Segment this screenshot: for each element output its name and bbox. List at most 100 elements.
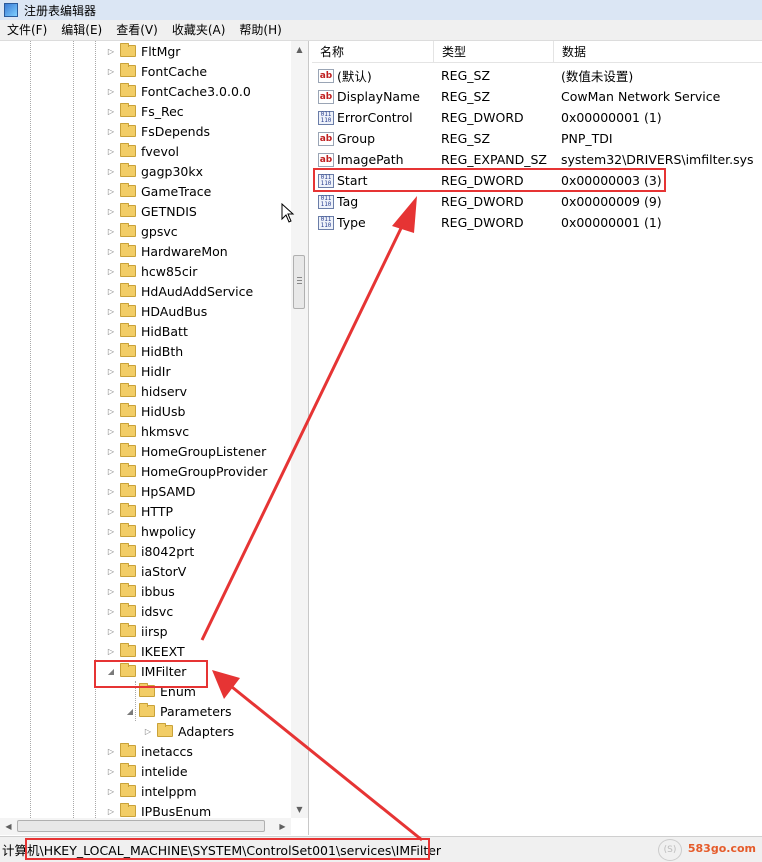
value-row[interactable]: 011 110 ErrorControl REG_DWORD 0x00000001 (1… bbox=[312, 107, 762, 128]
tree-item[interactable]: ▷ IKEEXT bbox=[106, 641, 185, 661]
expand-triangle-icon[interactable]: ▷ bbox=[106, 346, 116, 356]
menu-view[interactable]: 查看(V) bbox=[109, 20, 165, 40]
tree-item[interactable]: ▷ GETNDIS bbox=[106, 201, 197, 221]
folder-icon bbox=[120, 323, 136, 337]
expand-triangle-icon[interactable]: ▷ bbox=[106, 566, 116, 576]
tree-vertical-scrollbar[interactable]: ▲ ▼ bbox=[291, 41, 308, 818]
menu-favorites[interactable]: 收藏夹(A) bbox=[165, 20, 233, 40]
value-row[interactable]: ab (默认) REG_SZ (数值未设置) bbox=[312, 65, 762, 86]
expand-triangle-icon[interactable]: ▷ bbox=[106, 446, 116, 456]
tree-item[interactable]: ▷ GameTrace bbox=[106, 181, 211, 201]
tree-item[interactable]: ▷ Adapters bbox=[143, 721, 234, 741]
expand-triangle-icon[interactable]: ▷ bbox=[106, 86, 116, 96]
tree-item[interactable]: ▷ hidserv bbox=[106, 381, 187, 401]
expand-triangle-icon[interactable]: ▷ bbox=[106, 506, 116, 516]
expand-triangle-icon[interactable]: ▷ bbox=[106, 646, 116, 656]
expand-triangle-icon[interactable]: ▷ bbox=[106, 286, 116, 296]
expand-triangle-icon[interactable]: ▷ bbox=[106, 526, 116, 536]
tree-item[interactable]: ▷ inetaccs bbox=[106, 741, 193, 761]
expand-triangle-icon[interactable]: ▷ bbox=[106, 66, 116, 76]
expand-triangle-icon[interactable]: ▷ bbox=[143, 726, 153, 736]
path-annotation-box bbox=[25, 838, 430, 860]
expand-triangle-icon[interactable]: ▷ bbox=[106, 186, 116, 196]
registry-tree-pane[interactable]: ▷ FltMgr ▷ FontCache ▷ FontCache3.0.0.0 ▷ Fs_Re… bbox=[0, 41, 309, 835]
value-row[interactable]: 011 110 Tag REG_DWORD 0x00000009 (9) bbox=[312, 191, 762, 212]
tree-item[interactable]: ▷ HDAudBus bbox=[106, 301, 207, 321]
tree-hscroll-thumb[interactable] bbox=[17, 820, 265, 832]
expand-triangle-icon[interactable]: ▷ bbox=[106, 806, 116, 816]
value-row[interactable]: ab ImagePath REG_EXPAND_SZ system32\DRIVERS… bbox=[312, 149, 762, 170]
tree-item[interactable]: ▷ HidIr bbox=[106, 361, 171, 381]
tree-item[interactable]: ▷ Fs_Rec bbox=[106, 101, 184, 121]
tree-item[interactable]: ▷ i8042prt bbox=[106, 541, 194, 561]
tree-item[interactable]: ▷ FsDepends bbox=[106, 121, 210, 141]
tree-item[interactable]: ▷ HidUsb bbox=[106, 401, 185, 421]
tree-item[interactable]: ▷ HardwareMon bbox=[106, 241, 228, 261]
registry-values-pane[interactable]: 名称 类型 数据 ab (默认) REG_SZ (数值未设置) ab DisplayNam… bbox=[312, 41, 762, 835]
value-row[interactable]: ab DisplayName REG_SZ CowMan Network Servic… bbox=[312, 86, 762, 107]
expand-triangle-icon[interactable]: ▷ bbox=[106, 406, 116, 416]
expand-triangle-icon[interactable]: ▷ bbox=[106, 766, 116, 776]
tree-item[interactable]: ▷ iirsp bbox=[106, 621, 168, 641]
tree-item[interactable]: ▷ FontCache bbox=[106, 61, 207, 81]
tree-item[interactable]: ▷ gagp30kx bbox=[106, 161, 203, 181]
column-header-type[interactable]: 类型 bbox=[434, 41, 554, 63]
expand-triangle-icon[interactable]: ▷ bbox=[106, 166, 116, 176]
expand-triangle-icon[interactable]: ▷ bbox=[106, 486, 116, 496]
tree-item[interactable]: ▷ HdAudAddService bbox=[106, 281, 253, 301]
expand-triangle-icon[interactable]: ▷ bbox=[106, 626, 116, 636]
tree-item[interactable]: ▷ hcw85cir bbox=[106, 261, 197, 281]
menu-help[interactable]: 帮助(H) bbox=[232, 20, 288, 40]
expand-triangle-icon[interactable]: ▷ bbox=[106, 106, 116, 116]
tree-scroll-thumb[interactable] bbox=[293, 255, 305, 309]
expand-triangle-icon[interactable]: ▷ bbox=[106, 546, 116, 556]
expand-triangle-icon[interactable]: ▷ bbox=[106, 366, 116, 376]
expand-triangle-icon[interactable]: ▷ bbox=[106, 146, 116, 156]
expand-triangle-icon[interactable]: ▷ bbox=[106, 306, 116, 316]
menu-edit[interactable]: 编辑(E) bbox=[54, 20, 109, 40]
value-row[interactable]: 011 110 Type REG_DWORD 0x00000001 (1) bbox=[312, 212, 762, 233]
tree-horizontal-scrollbar[interactable]: ◀ ▶ bbox=[0, 818, 291, 835]
tree-item[interactable]: ▷ gpsvc bbox=[106, 221, 178, 241]
scroll-left-arrow-icon[interactable]: ◀ bbox=[0, 818, 17, 835]
tree-item[interactable]: ▷ HidBatt bbox=[106, 321, 188, 341]
tree-item[interactable]: ▷ intelide bbox=[106, 761, 188, 781]
expand-triangle-icon[interactable]: ▷ bbox=[106, 786, 116, 796]
scroll-up-arrow-icon[interactable]: ▲ bbox=[291, 41, 308, 58]
tree-item[interactable]: ▷ hwpolicy bbox=[106, 521, 196, 541]
expand-triangle-icon[interactable]: ▷ bbox=[106, 246, 116, 256]
expand-triangle-icon[interactable]: ▷ bbox=[106, 606, 116, 616]
tree-item[interactable]: ▷ ibbus bbox=[106, 581, 175, 601]
expand-triangle-icon[interactable]: ▷ bbox=[106, 426, 116, 436]
expand-triangle-icon[interactable]: ▷ bbox=[106, 586, 116, 596]
column-header-data[interactable]: 数据 bbox=[554, 41, 762, 63]
expand-triangle-icon[interactable]: ▷ bbox=[106, 746, 116, 756]
tree-item[interactable]: ▷ FontCache3.0.0.0 bbox=[106, 81, 251, 101]
expand-triangle-icon[interactable]: ▷ bbox=[106, 466, 116, 476]
expand-triangle-icon[interactable]: ▷ bbox=[106, 126, 116, 136]
tree-item[interactable]: ▷ idsvc bbox=[106, 601, 173, 621]
tree-item[interactable]: ◢ Parameters bbox=[125, 701, 232, 721]
column-header-name[interactable]: 名称 bbox=[312, 41, 434, 63]
scroll-down-arrow-icon[interactable]: ▼ bbox=[291, 801, 308, 818]
tree-item[interactable]: ▷ HpSAMD bbox=[106, 481, 195, 501]
tree-item[interactable]: ▷ HomeGroupListener bbox=[106, 441, 266, 461]
tree-item[interactable]: ▷ iaStorV bbox=[106, 561, 186, 581]
tree-item[interactable]: ▷ HidBth bbox=[106, 341, 183, 361]
tree-item[interactable]: ▷ hkmsvc bbox=[106, 421, 189, 441]
scroll-right-arrow-icon[interactable]: ▶ bbox=[274, 818, 291, 835]
expand-triangle-icon[interactable]: ▷ bbox=[106, 266, 116, 276]
value-row[interactable]: ab Group REG_SZ PNP_TDI bbox=[312, 128, 762, 149]
expand-triangle-icon[interactable]: ▷ bbox=[106, 326, 116, 336]
expand-triangle-icon[interactable]: ▷ bbox=[106, 386, 116, 396]
expand-triangle-icon[interactable]: ▷ bbox=[106, 46, 116, 56]
expand-triangle-icon[interactable]: ▷ bbox=[106, 226, 116, 236]
tree-item[interactable]: ▷ HTTP bbox=[106, 501, 173, 521]
expand-triangle-icon[interactable]: ▷ bbox=[106, 206, 116, 216]
tree-item[interactable]: ▷ FltMgr bbox=[106, 41, 180, 61]
tree-item[interactable]: ▷ intelppm bbox=[106, 781, 197, 801]
tree-item[interactable]: ▷ HomeGroupProvider bbox=[106, 461, 267, 481]
tree-item[interactable]: ▷ fvevol bbox=[106, 141, 179, 161]
menu-file[interactable]: 文件(F) bbox=[0, 20, 54, 40]
collapse-triangle-icon[interactable]: ◢ bbox=[125, 706, 135, 716]
